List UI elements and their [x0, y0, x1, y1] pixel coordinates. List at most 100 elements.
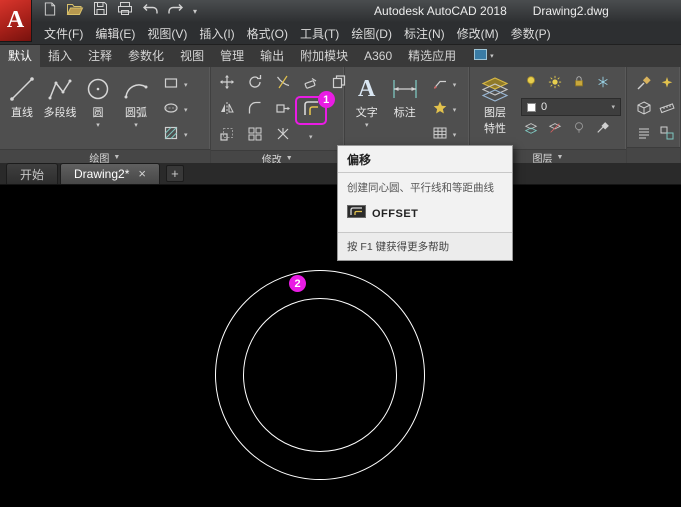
menu-dimension[interactable]: 标注(N)	[398, 22, 451, 45]
layer-properties-button[interactable]: 图层 特性	[473, 69, 517, 147]
match-properties-button[interactable]	[634, 75, 654, 95]
qat-dropdown-button[interactable]: ▾	[190, 2, 200, 20]
menu-file[interactable]: 文件(F)	[38, 22, 89, 45]
menu-insert[interactable]: 插入(I)	[193, 22, 240, 45]
polyline-tool-button[interactable]: 多段线	[41, 69, 79, 147]
chevron-down-icon: ▾	[364, 121, 369, 129]
offset-tool-button[interactable]: 1	[294, 91, 335, 125]
chevron-down-icon[interactable]: ▾	[184, 106, 188, 114]
dimension-icon	[391, 74, 419, 104]
scale-tool-button[interactable]	[214, 125, 240, 148]
tab-output[interactable]: 输出	[252, 45, 292, 67]
array-tool-button[interactable]	[242, 125, 268, 148]
rectangle-tool-button[interactable]	[161, 75, 181, 95]
explode-tool-button[interactable]	[270, 125, 296, 148]
fillet-icon	[247, 100, 263, 121]
table-tool-button[interactable]	[430, 125, 450, 145]
inner-circle[interactable]	[243, 298, 397, 452]
chevron-down-icon[interactable]: ▾	[453, 106, 457, 114]
fillet-tool-button[interactable]	[242, 99, 268, 122]
text-icon: A	[358, 75, 376, 102]
new-drawing-tab-button[interactable]: +	[165, 165, 184, 182]
undo-button[interactable]	[140, 2, 160, 20]
layer-on-button[interactable]	[521, 74, 541, 94]
measure-tool-button[interactable]	[657, 100, 677, 120]
explode-icon	[275, 126, 291, 147]
move-tool-button[interactable]	[214, 73, 240, 96]
properties-panel-footer[interactable]	[627, 147, 680, 163]
layer-isolate-button[interactable]	[521, 120, 541, 140]
sun-icon	[548, 75, 562, 94]
chevron-down-icon: ▼	[285, 155, 293, 162]
chevron-down-icon[interactable]: ▾	[184, 81, 188, 89]
chevron-down-icon[interactable]: ▾	[453, 131, 457, 139]
ribbon-display-options-button[interactable]: ▾	[469, 45, 499, 67]
line-tool-button[interactable]: 直线	[3, 69, 41, 147]
document-title: Drawing2.dwg	[532, 4, 609, 18]
application-menu-button[interactable]: A	[0, 0, 32, 42]
group-icon	[659, 125, 675, 146]
menu-parametric[interactable]: 参数(P)	[505, 22, 557, 45]
chevron-down-icon[interactable]: ▾	[184, 131, 188, 139]
layer-select-dropdown[interactable]: 0 ▾	[520, 98, 621, 116]
circle-tool-button[interactable]: 圆 ▾	[79, 69, 117, 147]
layer-match-button[interactable]	[593, 120, 613, 140]
layer-freeze-button[interactable]	[545, 74, 565, 94]
menu-edit[interactable]: 编辑(E)	[89, 22, 141, 45]
menu-tools[interactable]: 工具(T)	[294, 22, 345, 45]
drawing2-tab[interactable]: Drawing2* ×	[60, 163, 160, 184]
layer-lock-button[interactable]	[569, 74, 589, 94]
tab-parametric[interactable]: 参数化	[120, 45, 172, 67]
open-file-button[interactable]	[65, 2, 85, 20]
redo-icon	[167, 2, 184, 20]
draw-panel: 直线 多段线 圆 ▾ 圆弧 ▾ ▾ ▾ ▾ 绘图 ▼	[0, 67, 211, 165]
ellipse-tool-button[interactable]	[161, 100, 181, 120]
properties-panel	[627, 67, 681, 163]
new-file-button[interactable]	[40, 1, 60, 20]
trim-tool-button[interactable]	[270, 73, 296, 96]
star-icon	[432, 100, 448, 121]
bulb-off-icon	[572, 120, 586, 140]
text-tool-button[interactable]: A 文字 ▾	[348, 69, 386, 147]
layer-off-button[interactable]	[569, 120, 589, 140]
chevron-down-icon: ▼	[113, 154, 121, 161]
dimension-tool-button[interactable]: 标注	[386, 69, 424, 147]
group-tool-button[interactable]	[657, 125, 677, 145]
tab-manage[interactable]: 管理	[212, 45, 252, 67]
sparkle-icon	[659, 75, 675, 96]
tab-default[interactable]: 默认	[0, 45, 41, 67]
menu-modify[interactable]: 修改(M)	[451, 22, 505, 45]
leader-tool-button[interactable]	[430, 75, 450, 95]
annotation-star-button[interactable]	[430, 100, 450, 120]
layer-unisolate-button[interactable]	[545, 120, 565, 140]
plot-button[interactable]	[115, 2, 135, 20]
annotation-extra-tools: ▾ ▾ ▾	[430, 75, 457, 145]
menu-view[interactable]: 视图(V)	[141, 22, 193, 45]
start-tab[interactable]: 开始	[6, 163, 59, 184]
modify-more-button[interactable]: ▾	[298, 125, 324, 148]
save-button[interactable]	[90, 2, 110, 20]
close-tab-icon[interactable]: ×	[138, 167, 146, 180]
menu-draw[interactable]: 绘图(D)	[345, 22, 398, 45]
menu-format[interactable]: 格式(O)	[241, 22, 294, 45]
tab-featured-apps[interactable]: 精选应用	[400, 45, 464, 67]
stretch-tool-button[interactable]	[270, 99, 296, 122]
list-tool-button[interactable]	[634, 125, 654, 145]
mirror-tool-button[interactable]	[214, 99, 240, 122]
hatch-tool-button[interactable]	[161, 125, 181, 145]
leader-icon	[432, 75, 448, 96]
tab-insert[interactable]: 插入	[40, 45, 80, 67]
step-badge-1: 1	[317, 91, 335, 108]
tab-view[interactable]: 视图	[172, 45, 212, 67]
layer-freeze-vp-button[interactable]	[593, 74, 613, 94]
redo-button[interactable]	[165, 2, 185, 20]
tab-a360[interactable]: A360	[356, 45, 400, 67]
chevron-down-icon[interactable]: ▾	[453, 81, 457, 89]
tab-annotate[interactable]: 注释	[80, 45, 120, 67]
rotate-tool-button[interactable]	[242, 73, 268, 96]
arc-tool-button[interactable]: 圆弧 ▾	[117, 69, 155, 147]
block-tool-button[interactable]	[634, 100, 654, 120]
open-folder-icon	[66, 2, 84, 21]
tab-addins[interactable]: 附加模块	[292, 45, 356, 67]
annotative-scale-button[interactable]	[657, 75, 677, 95]
